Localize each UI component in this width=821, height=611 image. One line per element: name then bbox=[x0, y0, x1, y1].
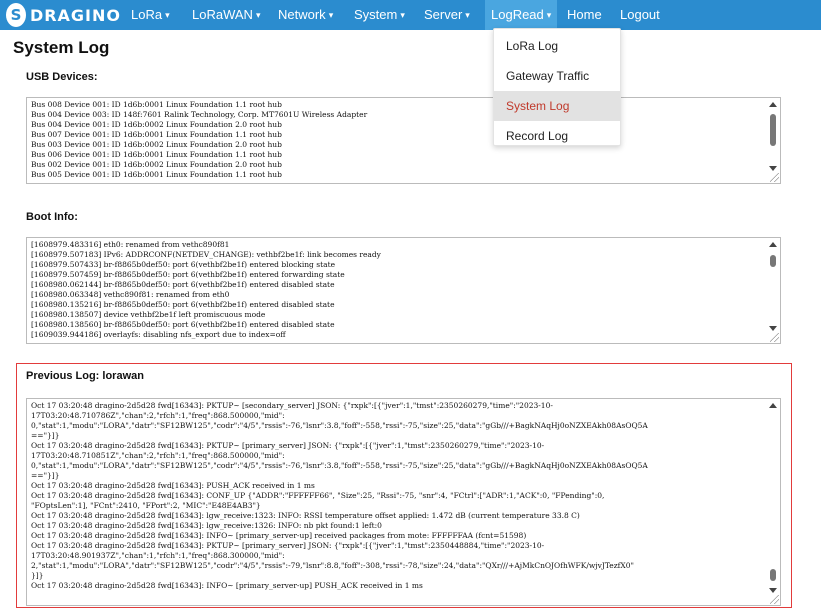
previous-log-line: Oct 17 03:20:48 dragino-2d5d28 fwd[16343… bbox=[31, 531, 527, 540]
previous-log-line: 0,"stat":1,"modu":"LORA","datr":"SF12BW1… bbox=[31, 421, 648, 430]
nav-system[interactable]: System ▾ bbox=[354, 0, 405, 30]
scroll-thumb[interactable] bbox=[770, 114, 776, 146]
usb-log-line: Bus 003 Device 001: ID 1d6b:0002 Linux F… bbox=[31, 140, 282, 149]
boot-log-line: [1609039.944186] overlayfs: disabling nf… bbox=[31, 330, 286, 339]
previous-log-text: Oct 17 03:20:48 dragino-2d5d28 fwd[16343… bbox=[31, 401, 764, 591]
boot-info-label: Boot Info: bbox=[26, 211, 78, 223]
previous-log-line: Oct 17 03:20:48 dragino-2d5d28 fwd[16343… bbox=[31, 491, 605, 500]
menu-item-record-log[interactable]: Record Log bbox=[494, 121, 620, 151]
boot-log-line: [1608979.507459] br-f8865b0def50: port 6… bbox=[31, 270, 345, 279]
top-navbar: S DRAGINO LoRa ▾ LoRaWAN ▾ Network ▾ System… bbox=[0, 0, 821, 30]
previous-log-line: 17T03:20:48.710851Z","chan":2,"rfch":1,"… bbox=[31, 451, 285, 460]
usb-devices-label: USB Devices: bbox=[26, 71, 98, 83]
previous-log-line: Oct 17 03:20:48 dragino-2d5d28 fwd[16343… bbox=[31, 581, 423, 590]
previous-log-line: "FOptsLen":1], "FCnt":2410, "FPort":2, "… bbox=[31, 501, 261, 510]
previous-log-line: Oct 17 03:20:48 dragino-2d5d28 fwd[16343… bbox=[31, 481, 315, 490]
nav-lora[interactable]: LoRa ▾ bbox=[131, 0, 170, 30]
logo-mark-icon: S bbox=[6, 3, 26, 27]
previous-log-line: 17T03:20:48.710786Z","chan":2,"rfch":1,"… bbox=[31, 411, 285, 420]
previous-log-line: 17T03:20:48.901937Z","chan":1,"rfch":1,"… bbox=[31, 551, 285, 560]
usb-log-line: Bus 004 Device 003: ID 148f:7601 Ralink … bbox=[31, 110, 368, 119]
caret-down-icon: ▾ bbox=[328, 10, 334, 20]
caret-down-icon: ▾ bbox=[465, 10, 470, 20]
dragino-logo[interactable]: S DRAGINO bbox=[6, 3, 121, 27]
nav-lorawan[interactable]: LoRaWAN ▾ bbox=[192, 0, 260, 30]
previous-log-line: =="}]} bbox=[31, 471, 60, 480]
logo-text: DRAGINO bbox=[29, 5, 121, 25]
boot-log-line: [1608979.483316] eth0: renamed from veth… bbox=[31, 240, 230, 249]
nav-server[interactable]: Server ▾ bbox=[424, 0, 470, 30]
scroll-down-icon[interactable] bbox=[769, 166, 777, 171]
previous-log-line: }]} bbox=[31, 571, 44, 580]
previous-log-line: 2,"stat":1,"modu":"LORA","datr":"SF12BW1… bbox=[31, 561, 634, 570]
previous-log-line: 0,"stat":1,"modu":"LORA","datr":"SF12BW1… bbox=[31, 461, 648, 470]
boot-log-line: [1608980.063348] vethc890f81: renamed fr… bbox=[31, 290, 230, 299]
nav-home[interactable]: Home bbox=[567, 0, 602, 30]
usb-log-line: Bus 005 Device 001: ID 1d6b:0001 Linux F… bbox=[31, 170, 282, 179]
resize-handle-icon[interactable] bbox=[770, 173, 779, 182]
usb-log-line: Bus 006 Device 001: ID 1d6b:0001 Linux F… bbox=[31, 150, 282, 159]
boot-info-text: [1608979.483316] eth0: renamed from veth… bbox=[31, 240, 764, 340]
boot-log-line: [1608980.138507] device vethbf2be1f left… bbox=[31, 310, 266, 319]
boot-log-line: [1608980.062144] br-f8865b0def50: port 6… bbox=[31, 280, 335, 289]
previous-log-line: Oct 17 03:20:48 dragino-2d5d28 fwd[16343… bbox=[31, 521, 382, 530]
caret-down-icon: ▾ bbox=[165, 10, 170, 20]
nav-network[interactable]: Network ▾ bbox=[278, 0, 333, 30]
logread-dropdown-menu: LoRa Log Gateway Traffic System Log Reco… bbox=[493, 28, 621, 146]
previous-log-line: =="}]} bbox=[31, 431, 60, 440]
previous-log-label: Previous Log: lorawan bbox=[26, 370, 144, 382]
scroll-down-icon[interactable] bbox=[769, 588, 777, 593]
scroll-thumb[interactable] bbox=[770, 569, 776, 581]
menu-item-system-log[interactable]: System Log bbox=[494, 91, 620, 121]
resize-handle-icon[interactable] bbox=[770, 595, 779, 604]
previous-log-scrollbar[interactable] bbox=[766, 399, 780, 605]
boot-log-line: [1608979.507433] br-f8865b0def50: port 6… bbox=[31, 260, 336, 269]
previous-log-textarea[interactable]: Oct 17 03:20:48 dragino-2d5d28 fwd[16343… bbox=[26, 398, 781, 606]
previous-log-line: Oct 17 03:20:48 dragino-2d5d28 fwd[16343… bbox=[31, 401, 553, 410]
previous-log-line: Oct 17 03:20:48 dragino-2d5d28 fwd[16343… bbox=[31, 511, 580, 520]
page-title: System Log bbox=[13, 38, 110, 57]
boot-scrollbar[interactable] bbox=[766, 238, 780, 343]
nav-logout[interactable]: Logout bbox=[620, 0, 660, 30]
boot-log-line: [1608980.135216] br-f8865b0def50: port 6… bbox=[31, 300, 335, 309]
resize-handle-icon[interactable] bbox=[770, 333, 779, 342]
caret-down-icon: ▾ bbox=[255, 10, 261, 20]
previous-log-line: Oct 17 03:20:48 dragino-2d5d28 fwd[16343… bbox=[31, 441, 545, 450]
usb-devices-textarea[interactable]: Bus 008 Device 001: ID 1d6b:0001 Linux F… bbox=[26, 97, 781, 184]
previous-log-line: Oct 17 03:20:48 dragino-2d5d28 fwd[16343… bbox=[31, 541, 545, 550]
scroll-up-icon[interactable] bbox=[769, 403, 777, 408]
usb-scrollbar[interactable] bbox=[766, 98, 780, 183]
boot-log-line: [1608980.138560] br-f8865b0def50: port 6… bbox=[31, 320, 335, 329]
boot-log-line: [1608979.507183] IPv6: ADDRCONF(NETDEV_C… bbox=[31, 250, 381, 259]
caret-down-icon: ▾ bbox=[546, 10, 552, 20]
caret-down-icon: ▾ bbox=[400, 10, 405, 20]
scroll-up-icon[interactable] bbox=[769, 242, 777, 247]
usb-log-line: Bus 008 Device 001: ID 1d6b:0001 Linux F… bbox=[31, 100, 282, 109]
usb-devices-text: Bus 008 Device 001: ID 1d6b:0001 Linux F… bbox=[31, 100, 764, 180]
nav-logread[interactable]: LogRead ▾ bbox=[485, 0, 558, 30]
boot-info-textarea[interactable]: [1608979.483316] eth0: renamed from veth… bbox=[26, 237, 781, 344]
menu-item-gateway-traffic[interactable]: Gateway Traffic bbox=[494, 61, 620, 91]
scroll-down-icon[interactable] bbox=[769, 326, 777, 331]
scroll-thumb[interactable] bbox=[770, 255, 776, 267]
menu-item-lora-log[interactable]: LoRa Log bbox=[494, 31, 620, 61]
usb-log-line: Bus 002 Device 001: ID 1d6b:0002 Linux F… bbox=[31, 160, 282, 169]
usb-log-line: Bus 004 Device 001: ID 1d6b:0002 Linux F… bbox=[31, 120, 282, 129]
usb-log-line: Bus 007 Device 001: ID 1d6b:0001 Linux F… bbox=[31, 130, 282, 139]
scroll-up-icon[interactable] bbox=[769, 102, 777, 107]
